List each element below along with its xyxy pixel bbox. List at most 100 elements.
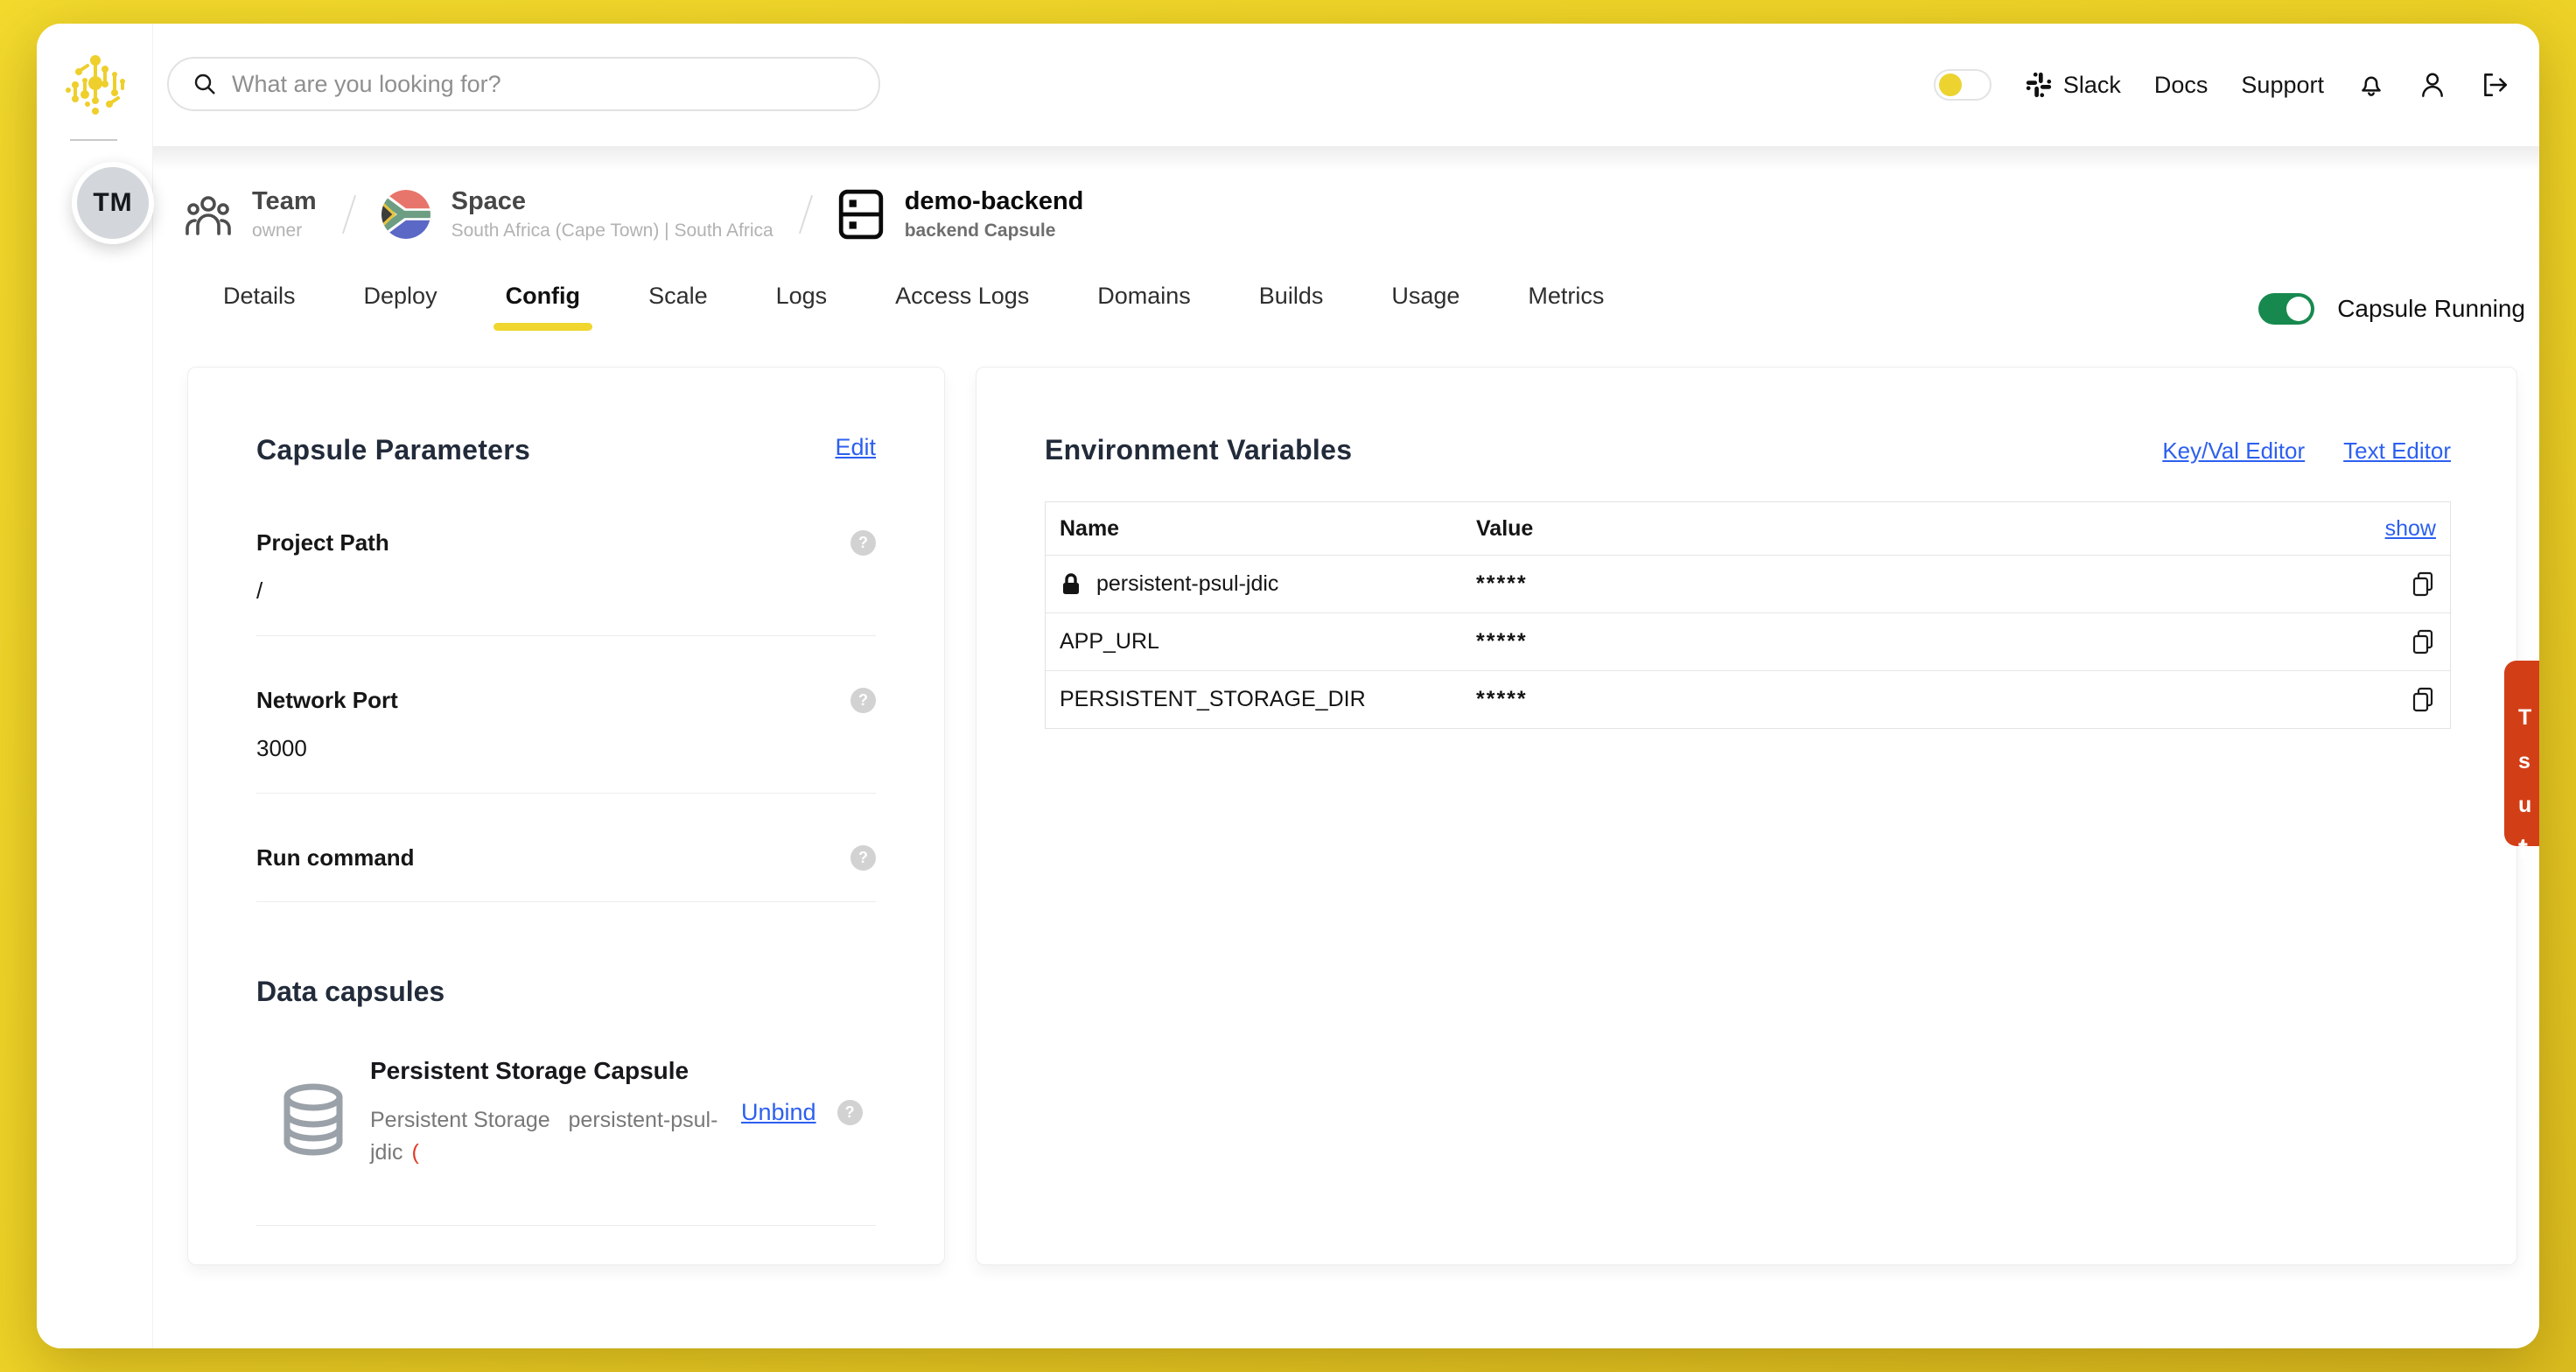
field-value: / xyxy=(256,578,876,606)
environment-variables-title: Environment Variables xyxy=(1045,434,1352,466)
copy-icon[interactable] xyxy=(2410,686,2436,714)
copy-icon[interactable] xyxy=(2410,628,2436,656)
south-africa-flag-icon xyxy=(382,190,430,239)
show-values-link[interactable]: show xyxy=(2385,516,2436,542)
toggle-knob xyxy=(2286,297,2311,321)
tab[interactable]: Metrics xyxy=(1528,283,1604,331)
parameter-fields: Project Path ? / Network Port ? 3000 xyxy=(256,529,876,902)
clipped-fragment: ( xyxy=(412,1140,419,1165)
tab-label: Usage xyxy=(1391,283,1460,309)
env-table-header: Name Value show xyxy=(1046,502,2450,555)
tab-label: Deploy xyxy=(364,283,438,309)
search-icon xyxy=(192,71,218,97)
breadcrumb-space-subtitle: South Africa (Cape Town) | South Africa xyxy=(452,220,774,242)
tab[interactable]: Domains xyxy=(1097,283,1191,331)
tab[interactable]: Details xyxy=(223,283,296,331)
account-user-icon[interactable] xyxy=(2418,71,2446,99)
tab[interactable]: Logs xyxy=(776,283,828,331)
field-label: Network Port xyxy=(256,687,398,714)
capsule-running-toggle[interactable] xyxy=(2258,293,2314,325)
help-icon[interactable]: ? xyxy=(850,845,876,871)
tab[interactable]: Access Logs xyxy=(895,283,1029,331)
feedback-tab-text: s xyxy=(2518,739,2539,783)
data-capsules-title: Data capsules xyxy=(256,976,876,1008)
breadcrumb-team[interactable]: Team owner xyxy=(186,187,317,242)
lock-icon xyxy=(1060,572,1082,597)
tab-label: Logs xyxy=(776,283,828,309)
field-label: Project Path xyxy=(256,529,389,556)
column-header-value: Value xyxy=(1476,516,2384,542)
capsule-server-icon xyxy=(838,189,884,240)
tab-label: Details xyxy=(223,283,296,309)
breadcrumb-capsule-subtitle: backend Capsule xyxy=(905,220,1084,242)
database-icon xyxy=(256,1057,370,1162)
feedback-tab-text: u xyxy=(2518,783,2539,827)
tab[interactable]: Scale xyxy=(648,283,708,331)
help-icon[interactable]: ? xyxy=(837,1100,863,1125)
env-variables-table: Name Value show xyxy=(1045,501,2451,729)
field-divider xyxy=(256,793,876,794)
avatar[interactable]: TM xyxy=(72,162,154,244)
parameter-field: Run command ? xyxy=(256,844,876,902)
slack-icon xyxy=(2025,71,2053,99)
data-capsule-subtitle: Persistent Storage persistent-psul-jdic( xyxy=(370,1104,720,1169)
breadcrumb-space[interactable]: Space South Africa (Cape Town) | South A… xyxy=(382,187,774,242)
help-icon[interactable]: ? xyxy=(850,530,876,556)
breadcrumb-separator xyxy=(342,195,356,234)
env-var-name: APP_URL xyxy=(1060,629,1159,654)
env-var-value: ***** xyxy=(1476,687,2384,712)
unbind-link[interactable]: Unbind xyxy=(741,1099,816,1126)
tab[interactable]: Deploy xyxy=(364,283,438,331)
tab-label: Scale xyxy=(648,283,708,309)
docs-link[interactable]: Docs xyxy=(2154,72,2208,99)
theme-toggle-knob xyxy=(1939,74,1962,96)
env-table-row: APP_URL ***** xyxy=(1046,612,2450,670)
env-table-row: persistent-psul-jdic ***** xyxy=(1046,555,2450,612)
topbar-actions: Slack Docs Support xyxy=(1934,24,2510,146)
edit-parameters-link[interactable]: Edit xyxy=(835,434,876,461)
section-divider xyxy=(256,1225,876,1226)
app-logo-icon[interactable] xyxy=(64,52,127,122)
keyval-editor-link[interactable]: Key/Val Editor xyxy=(2162,438,2305,465)
tab[interactable]: Config xyxy=(506,283,580,331)
environment-variables-card: Environment Variables Key/Val Editor Tex… xyxy=(976,367,2517,1265)
notifications-bell-icon[interactable] xyxy=(2357,71,2385,99)
breadcrumb-team-subtitle: owner xyxy=(252,220,317,242)
copy-icon[interactable] xyxy=(2410,570,2436,598)
tab[interactable]: Usage xyxy=(1391,283,1460,331)
logout-icon[interactable] xyxy=(2480,71,2510,99)
env-var-name: PERSISTENT_STORAGE_DIR xyxy=(1060,687,1366,712)
data-capsule-item: Persistent Storage Capsule Persistent St… xyxy=(256,1057,876,1169)
breadcrumb-capsule-title: demo-backend xyxy=(905,187,1084,216)
env-var-value: ***** xyxy=(1476,571,2384,597)
field-label: Run command xyxy=(256,844,415,872)
team-people-icon xyxy=(186,192,231,236)
search-input[interactable] xyxy=(232,71,856,98)
data-capsule-name: Persistent Storage Capsule xyxy=(370,1057,720,1085)
breadcrumb: Team owner xyxy=(186,171,1083,258)
parameter-field: Network Port ? 3000 xyxy=(256,687,876,794)
field-value: 3000 xyxy=(256,735,876,763)
capsule-parameters-card: Capsule Parameters Edit Project Path ? /… xyxy=(187,367,945,1265)
app-window: TM xyxy=(37,24,2539,1348)
field-divider xyxy=(256,635,876,636)
text-editor-link[interactable]: Text Editor xyxy=(2343,438,2451,465)
tab-label: Metrics xyxy=(1528,283,1604,309)
slack-label: Slack xyxy=(2063,72,2121,99)
feedback-tab-text: T xyxy=(2518,696,2539,739)
breadcrumb-capsule[interactable]: demo-backend backend Capsule xyxy=(838,187,1084,242)
tab[interactable]: Builds xyxy=(1259,283,1324,331)
theme-toggle[interactable] xyxy=(1934,69,1992,101)
sidebar-divider xyxy=(70,139,117,141)
tab-label: Builds xyxy=(1259,283,1324,309)
support-link[interactable]: Support xyxy=(2241,72,2324,99)
capsule-status: Capsule Running xyxy=(2258,293,2525,325)
slack-link[interactable]: Slack xyxy=(2025,71,2121,99)
help-icon[interactable]: ? xyxy=(850,688,876,713)
env-var-value: ***** xyxy=(1476,629,2384,654)
search-bar[interactable] xyxy=(167,57,880,111)
breadcrumb-team-title: Team xyxy=(252,187,317,216)
field-divider xyxy=(256,901,876,902)
tab-label: Domains xyxy=(1097,283,1191,309)
feedback-tab[interactable]: T s u t xyxy=(2504,661,2539,846)
